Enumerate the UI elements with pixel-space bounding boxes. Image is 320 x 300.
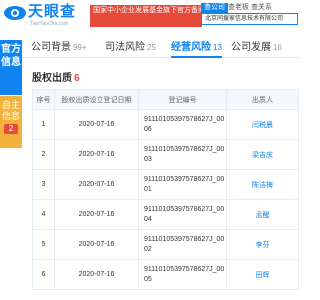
section-title: 股权出质 6: [32, 69, 80, 84]
tab-label: 司法风险: [105, 42, 145, 53]
row-pledgor-link[interactable]: 田辉: [226, 259, 299, 290]
category-tabs: 公司背景 99+ 司法风险 25 经营风险 13 公司发展 16: [22, 38, 300, 58]
section-title-label: 股权出质: [32, 73, 72, 84]
row-reg-number: 911101053975786​27J_0002: [138, 229, 227, 260]
table-row: 6 2020-07-16 911101053975786​27J_0005 田辉: [32, 259, 299, 290]
table-row: 3 2020-07-16 911101053975786​27J_0001 陈洁…: [32, 169, 299, 200]
tab-company-development[interactable]: 公司发展 16: [231, 41, 282, 58]
section-count: 6: [74, 73, 80, 84]
search-input[interactable]: 北京同援家信息技术有限公司: [201, 13, 298, 25]
row-date: 2020-07-16: [54, 199, 139, 230]
row-reg-number: 911101053975786​27J_0003: [138, 139, 227, 170]
row-index: 6: [32, 259, 55, 290]
header-date: 股权出质设立登记日期: [54, 89, 139, 110]
notice-banner: 国家中小企业发展基金旗下官方备案企业征信机构: [90, 5, 202, 27]
row-pledgor-link[interactable]: 闫税晨: [226, 109, 299, 140]
eye-logo-icon: [4, 6, 26, 20]
row-reg-number: 911101053975786​27J_0005: [138, 259, 227, 290]
logo[interactable]: 天眼查 TianYanCha.com: [3, 3, 87, 27]
row-reg-number: 911101053975786​27J_0004: [138, 199, 227, 230]
logo-text: 天眼查: [28, 3, 77, 20]
rail-self-count-badge: 2: [4, 124, 18, 134]
header-pledgor: 出质人: [226, 89, 299, 110]
row-date: 2020-07-16: [54, 229, 139, 260]
row-date: 2020-07-16: [54, 109, 139, 140]
rail-self-label: 自主信息: [1, 100, 20, 121]
table-header-row: 序号 股权出质设立登记日期 登记编号 出质人: [32, 89, 299, 110]
logo-url: TianYanCha.com: [30, 21, 69, 27]
row-index: 4: [32, 199, 55, 230]
row-pledgor-link[interactable]: 孟醒: [226, 199, 299, 230]
search-tab-relation[interactable]: 查关系: [248, 3, 275, 13]
table-row: 4 2020-07-16 911101053975786​27J_0004 孟醒: [32, 199, 299, 230]
rail-self-info[interactable]: 自主信息 2: [0, 96, 22, 148]
top-bar: 天眼查 TianYanCha.com 国家中小企业发展基金旗下官方备案企业征信机…: [0, 0, 300, 30]
row-pledgor-link[interactable]: 陈洁梅: [226, 169, 299, 200]
row-index: 3: [32, 169, 55, 200]
tab-operating-risk[interactable]: 经营风险 13: [171, 41, 222, 58]
equity-pledge-table: 序号 股权出质设立登记日期 登记编号 出质人 1 2020-07-16 9111…: [32, 89, 299, 290]
tab-count: 16: [273, 43, 282, 52]
tab-count: 25: [147, 43, 156, 52]
rail-official-info[interactable]: 官方信息: [0, 40, 22, 95]
tab-count: 99+: [73, 43, 87, 52]
left-rail: 官方信息 自主信息 2: [0, 30, 22, 300]
row-pledgor-link[interactable]: 李芬: [226, 229, 299, 260]
tab-company-background[interactable]: 公司背景 99+: [31, 41, 87, 58]
search-tab-company[interactable]: 查公司: [201, 3, 228, 13]
tab-judicial-risk[interactable]: 司法风险 25: [105, 41, 156, 58]
row-reg-number: 911101053975786​27J_0001: [138, 169, 227, 200]
row-index: 1: [32, 109, 55, 140]
table-row: 1 2020-07-16 911101053975786​27J_0006 闫税…: [32, 109, 299, 140]
row-pledgor-link[interactable]: 梁吉庆: [226, 139, 299, 170]
row-date: 2020-07-16: [54, 169, 139, 200]
table-row: 2 2020-07-16 911101053975786​27J_0003 梁吉…: [32, 139, 299, 170]
tab-label: 公司背景: [31, 42, 71, 53]
row-index: 5: [32, 229, 55, 260]
header-reg-number: 登记编号: [138, 89, 227, 110]
row-reg-number: 911101053975786​27J_0006: [138, 109, 227, 140]
table-row: 5 2020-07-16 911101053975786​27J_0002 李芬: [32, 229, 299, 260]
row-date: 2020-07-16: [54, 259, 139, 290]
tab-label: 经营风险: [171, 42, 211, 53]
tab-count: 13: [213, 43, 222, 52]
header-index: 序号: [32, 89, 55, 110]
row-index: 2: [32, 139, 55, 170]
tab-label: 公司发展: [231, 42, 271, 53]
row-date: 2020-07-16: [54, 139, 139, 170]
